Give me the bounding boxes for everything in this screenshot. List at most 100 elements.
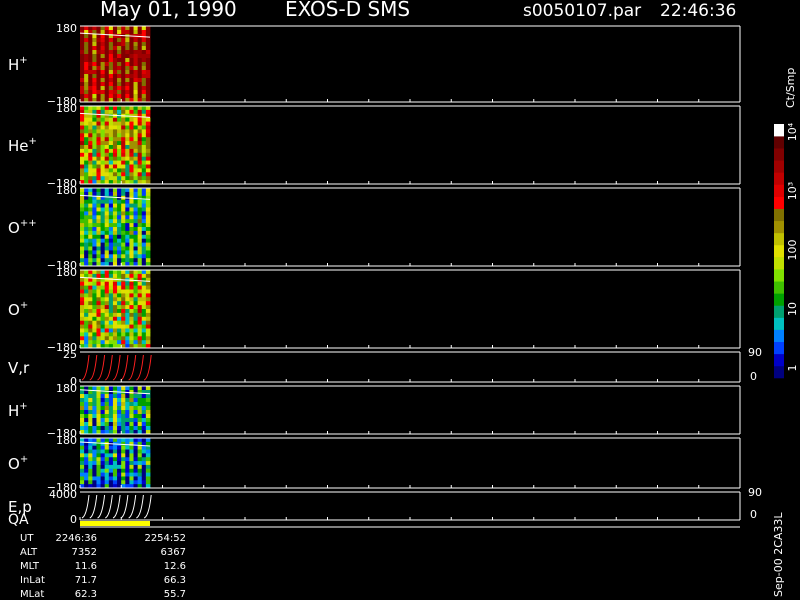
spectrogram-cell — [133, 402, 139, 407]
spectrogram-cell — [145, 156, 151, 161]
spectrogram-cell — [117, 203, 122, 208]
spectrogram-cell — [145, 468, 151, 474]
spectrogram-cell — [92, 58, 97, 63]
spectrogram-cell — [108, 242, 114, 247]
spectrogram-cell — [100, 176, 106, 181]
spectrogram-cell — [137, 449, 143, 454]
spectrogram-cell — [133, 26, 139, 31]
spectrogram-cell — [112, 270, 118, 275]
colorbar-cell — [774, 305, 784, 318]
panel-vr: 250V,r900 — [8, 346, 762, 388]
spectrogram-cell — [141, 152, 147, 158]
spectrogram-cell — [125, 340, 130, 345]
spectrogram-cell — [88, 133, 93, 138]
spectrogram-cell — [80, 293, 85, 298]
right-tick-bottom: 0 — [750, 370, 757, 383]
spectrogram-cell — [145, 58, 151, 63]
spectrogram-cell — [145, 82, 151, 87]
spectrogram-cell — [137, 250, 143, 255]
spectrogram-cell — [141, 133, 147, 138]
spectrogram-cell — [88, 453, 93, 458]
spectrogram-cell — [129, 246, 134, 251]
spectrogram-cell — [125, 215, 130, 220]
spectrogram-cell — [121, 438, 126, 443]
spectrogram-cell — [117, 109, 122, 115]
spectrogram-cell — [112, 191, 118, 197]
spectrogram-cell — [96, 312, 101, 318]
spectrogram-cell — [137, 340, 143, 345]
spectrogram-cell — [125, 476, 130, 481]
spectrogram-cell — [129, 453, 134, 458]
spectrogram-cell — [88, 137, 93, 142]
spectrogram-cell — [112, 394, 118, 399]
spectrogram-cell — [133, 54, 139, 59]
spectrogram-cell — [112, 86, 118, 91]
spectrogram-cell — [100, 58, 106, 63]
spectrogram-cell — [104, 223, 110, 228]
spectrogram-cell — [145, 449, 151, 454]
spectrogram-cell — [100, 50, 106, 55]
spectrogram-cell — [121, 386, 126, 391]
spectrogram-cell — [145, 246, 151, 251]
spectrogram-cell — [84, 90, 89, 95]
spectrogram-cell — [133, 426, 139, 431]
spectrogram-cell — [92, 223, 97, 228]
spectrogram-cell — [80, 156, 85, 161]
spectrogram-cell — [121, 106, 126, 111]
spectrogram-cell — [96, 38, 101, 43]
spectrogram-cell — [129, 406, 134, 411]
spectrogram-cell — [121, 70, 126, 75]
spectrogram-cell — [100, 309, 106, 314]
spectrogram-cell — [104, 418, 110, 423]
spectrogram-cell — [125, 74, 130, 79]
spectrogram-cell — [112, 426, 118, 431]
spectrogram-cell — [137, 94, 143, 99]
spectrogram-cell — [137, 74, 143, 79]
spectrogram-cell — [80, 176, 85, 181]
spectrogram-cell — [133, 50, 139, 55]
spectrogram-cell — [108, 133, 114, 138]
spectrogram-cell — [112, 402, 118, 407]
spectrogram-cell — [141, 203, 147, 208]
series-curve — [105, 354, 113, 381]
spectrogram-cell — [121, 250, 126, 255]
spectrogram-cell — [104, 78, 110, 83]
spectrogram-cell — [129, 90, 134, 95]
spectrogram-cell — [141, 324, 147, 329]
spectrogram-cell — [104, 312, 110, 318]
spectrogram-cell — [117, 453, 122, 458]
colorbar-cell — [774, 269, 784, 282]
spectrogram-cell — [96, 258, 101, 263]
spectrogram-cell — [129, 301, 134, 306]
spectrogram-cell — [137, 453, 143, 458]
spectrogram-cell — [92, 62, 97, 67]
spectrogram-cell — [133, 480, 139, 485]
spectrogram-cell — [92, 191, 97, 197]
spectrogram-cell — [100, 394, 106, 399]
spectrogram-cell — [96, 145, 101, 150]
spectrogram-cell — [84, 188, 89, 193]
spectrogram-cell — [104, 82, 110, 87]
spectrogram-cell — [112, 215, 118, 220]
y-tick-top: 180 — [56, 102, 77, 115]
spectrogram-cell — [108, 106, 114, 111]
spectrogram-cell — [80, 309, 85, 314]
spectrogram-cell — [117, 324, 122, 329]
spectrogram-cell — [92, 86, 97, 91]
spectrogram-cell — [104, 422, 110, 427]
spectrogram-cell — [145, 164, 151, 169]
spectrogram-cell — [141, 117, 147, 122]
spectrogram-cell — [129, 281, 134, 286]
spectrogram-cell — [108, 70, 114, 75]
spectrogram-cell — [133, 62, 139, 67]
spectrogram-cell — [125, 191, 130, 197]
colorbar-cell — [774, 341, 784, 355]
spectrogram-cell — [100, 332, 106, 337]
spectrogram-cell — [133, 254, 139, 259]
spectrogram-cell — [104, 246, 110, 251]
spectrogram-cell — [96, 332, 101, 337]
spectrogram-cell — [88, 58, 93, 63]
spectrogram-cell — [108, 219, 114, 224]
spectrogram-cell — [84, 42, 89, 47]
spectrogram-cell — [145, 74, 151, 79]
